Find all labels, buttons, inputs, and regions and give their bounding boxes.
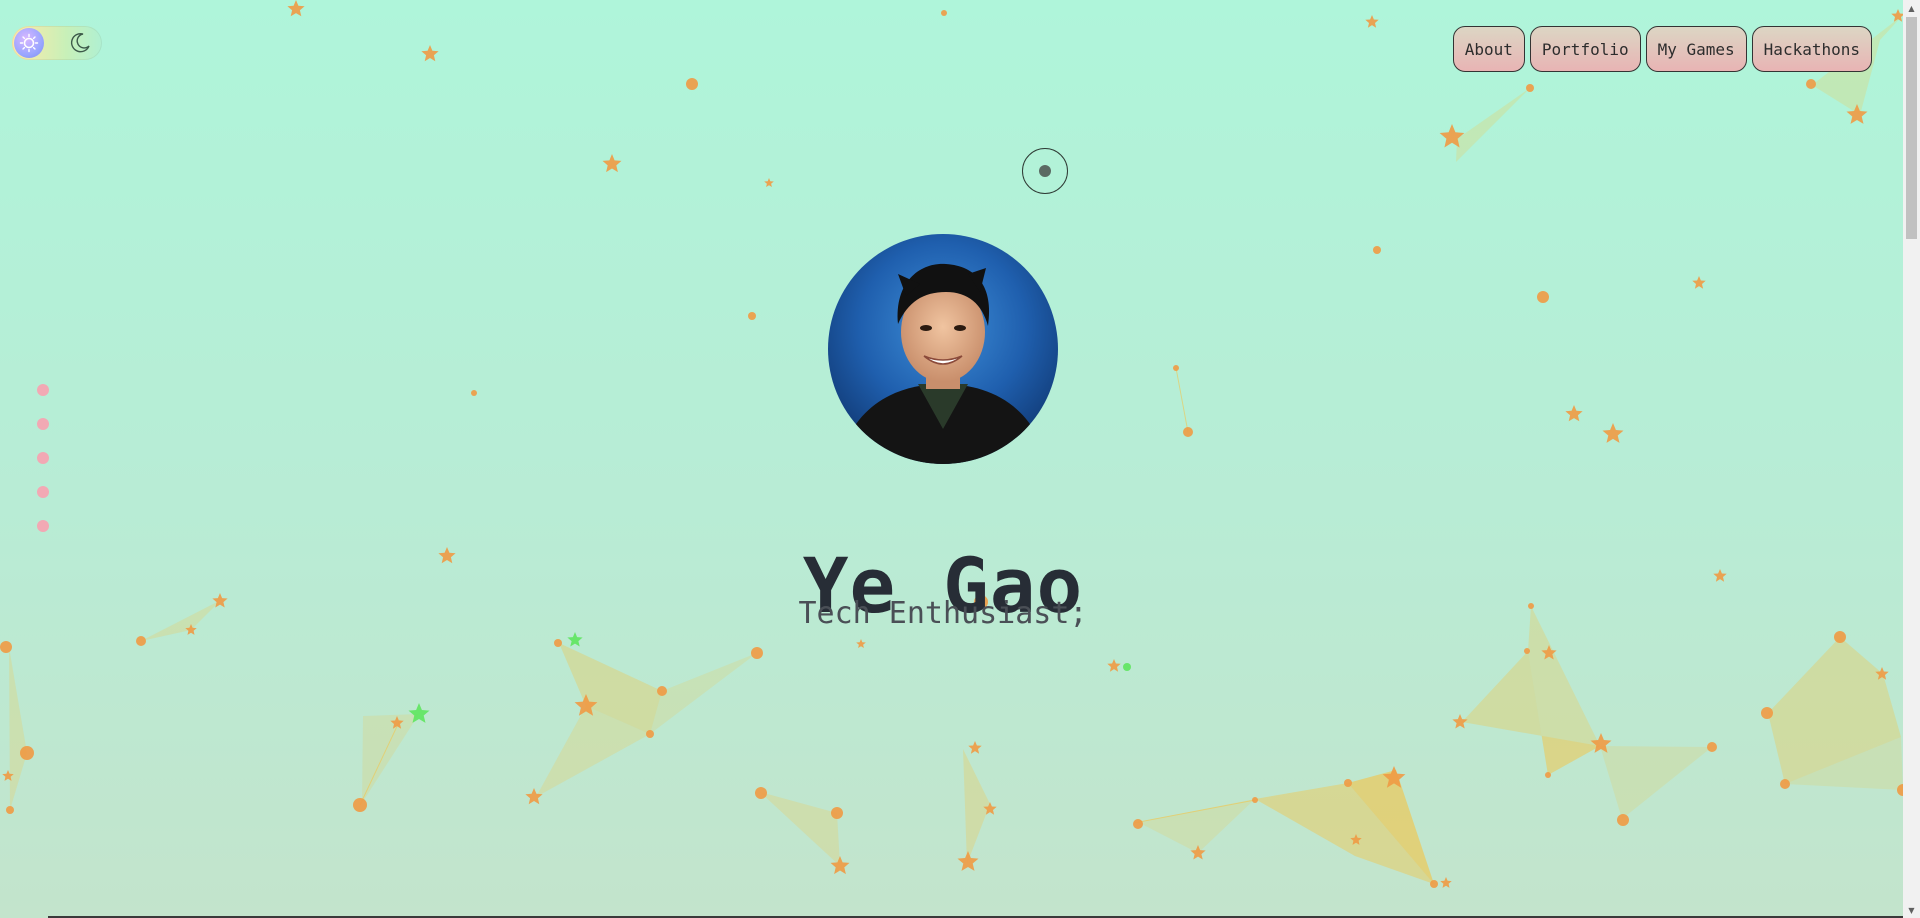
toggle-knob[interactable] [14,28,44,58]
particle-star [602,154,622,173]
particle-web [1600,746,1712,819]
particle-web [1138,799,1255,853]
particle-dot [657,686,667,696]
nav-portfolio-button[interactable]: Portfolio [1529,26,1641,72]
custom-cursor-dot [1039,165,1051,177]
particle-web [1528,606,1600,775]
particle-dot [1545,772,1551,778]
profile-avatar [828,234,1058,464]
theme-toggle[interactable] [12,26,102,60]
top-nav: About Portfolio My Games Hackathons [1452,26,1872,72]
custom-cursor [1022,148,1068,194]
sun-icon [19,33,39,53]
particle-dot [751,647,763,659]
moon-icon [70,32,90,53]
particle-dot [1707,742,1717,752]
section-indicator [37,384,49,532]
particle-star [764,178,774,187]
section-dot-1[interactable] [37,384,49,396]
particle-web [963,749,990,864]
particle-star [1452,714,1468,729]
section-dot-4[interactable] [37,486,49,498]
particle-link [1175,367,1189,433]
particle-dot [353,798,367,812]
particle-dot [686,78,698,90]
particle-star [1440,877,1452,888]
particle-dot [20,746,34,760]
particle-star [1107,659,1121,672]
particle-dot [1133,819,1143,829]
particle-dot [1183,427,1193,437]
section-dot-2[interactable] [37,418,49,430]
particle-star [856,639,866,648]
profile-photo [828,234,1058,464]
particle-dot [1344,779,1352,787]
particle-star [968,741,982,754]
particle-dot [831,807,843,819]
scrollbar-thumb[interactable] [1906,17,1917,239]
section-dot-3[interactable] [37,452,49,464]
particle-dot [1526,84,1534,92]
nav-my-games-button[interactable]: My Games [1645,26,1747,72]
particle-dot [748,312,756,320]
particle-star [1602,423,1624,443]
particle-star [1692,276,1706,289]
particle-dot [1430,880,1438,888]
particle-dot [1537,291,1549,303]
particle-dot [1761,707,1773,719]
page: About Portfolio My Games Hackathons Ye G… [0,0,1920,918]
particle-dot [755,787,767,799]
particle-dot [941,10,947,16]
particle-dot [1617,814,1629,826]
particle-dot [1123,663,1131,671]
particle-dot [471,390,477,396]
particle-dot [1524,648,1530,654]
particle-web [9,647,27,810]
particle-web [362,714,419,803]
hero-subtitle: Tech Enthusiast; [798,596,1088,631]
scroll-down-arrow-icon[interactable]: ▼ [1903,902,1920,918]
particle-dot [1806,79,1816,89]
particle-dot [1173,365,1179,371]
section-dot-5[interactable] [37,520,49,532]
scroll-up-arrow-icon[interactable]: ▲ [1903,0,1920,16]
particle-dot [6,806,14,814]
particle-dot [1373,246,1381,254]
vertical-scrollbar[interactable]: ▲ ▼ [1903,0,1920,918]
particle-dot [1252,797,1258,803]
particle-star [1565,405,1583,422]
particle-dot [1780,779,1790,789]
particle-dot [136,636,146,646]
nav-hackathons-button[interactable]: Hackathons [1751,26,1872,72]
particle-dot [1834,631,1846,643]
particle-dot [646,730,654,738]
particle-star [957,851,979,871]
particle-star [567,632,583,647]
particle-dot [0,641,12,653]
particle-dot [554,639,562,647]
particle-web [760,792,840,866]
particle-star [1365,15,1379,28]
particle-star [287,0,305,17]
nav-about-button[interactable]: About [1452,26,1525,72]
particle-star [421,45,439,62]
particle-web [1456,88,1530,162]
